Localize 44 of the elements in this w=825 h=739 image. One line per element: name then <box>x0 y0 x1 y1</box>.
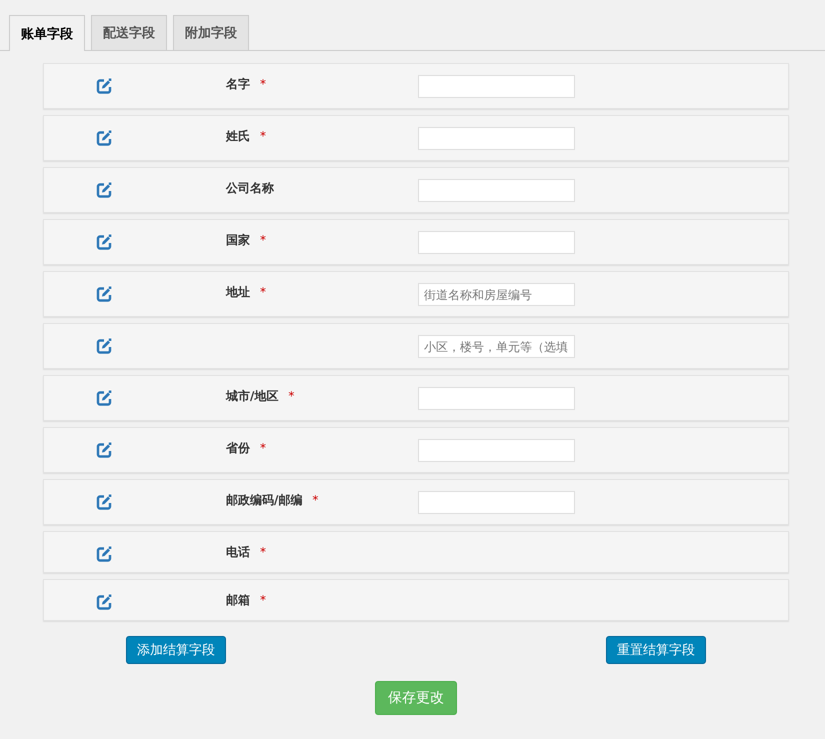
edit-icon[interactable] <box>96 78 112 94</box>
required-mark: * <box>312 492 318 508</box>
text-field[interactable] <box>418 127 575 150</box>
required-mark: * <box>260 440 266 456</box>
text-field[interactable]: 小区，楼号，单元等（选填 <box>418 335 575 358</box>
field-label: 电话 <box>226 544 250 560</box>
edit-icon[interactable] <box>96 390 112 406</box>
required-mark: * <box>260 76 266 92</box>
text-field[interactable] <box>418 491 575 514</box>
text-field[interactable]: 街道名称和房屋编号 <box>418 283 575 306</box>
field-label: 地址 <box>226 284 250 300</box>
tab[interactable]: 附加字段 <box>173 15 249 50</box>
edit-icon[interactable] <box>96 286 112 302</box>
required-mark: * <box>260 232 266 248</box>
field-label: 省份 <box>226 440 250 456</box>
field-label: 邮箱 <box>226 592 250 608</box>
text-field[interactable] <box>418 179 575 202</box>
field-label: 公司名称 <box>226 180 274 196</box>
required-mark: * <box>260 128 266 144</box>
text-field[interactable] <box>418 387 575 410</box>
edit-icon[interactable] <box>96 442 112 458</box>
add-field-button[interactable]: 添加结算字段 <box>126 636 226 664</box>
required-mark: * <box>260 544 266 560</box>
required-mark: * <box>260 592 266 608</box>
edit-icon[interactable] <box>96 182 112 198</box>
field-label: 国家 <box>226 232 250 248</box>
edit-icon[interactable] <box>96 546 112 562</box>
field-label: 姓氏 <box>226 128 250 144</box>
field-label: 邮政编码/邮编 <box>226 492 302 508</box>
edit-icon[interactable] <box>96 494 112 510</box>
required-mark: * <box>260 284 266 300</box>
edit-icon[interactable] <box>96 594 112 610</box>
required-mark: * <box>288 388 294 404</box>
text-field[interactable] <box>418 231 575 254</box>
field-label: 城市/地区 <box>226 388 278 404</box>
tab[interactable]: 配送字段 <box>91 15 167 50</box>
tab[interactable]: 账单字段 <box>9 15 85 51</box>
edit-icon[interactable] <box>96 130 112 146</box>
text-field[interactable] <box>418 439 575 462</box>
edit-icon[interactable] <box>96 338 112 354</box>
reset-fields-button[interactable]: 重置结算字段 <box>606 636 706 664</box>
edit-icon[interactable] <box>96 234 112 250</box>
text-field[interactable] <box>418 75 575 98</box>
field-label: 名字 <box>226 76 250 92</box>
